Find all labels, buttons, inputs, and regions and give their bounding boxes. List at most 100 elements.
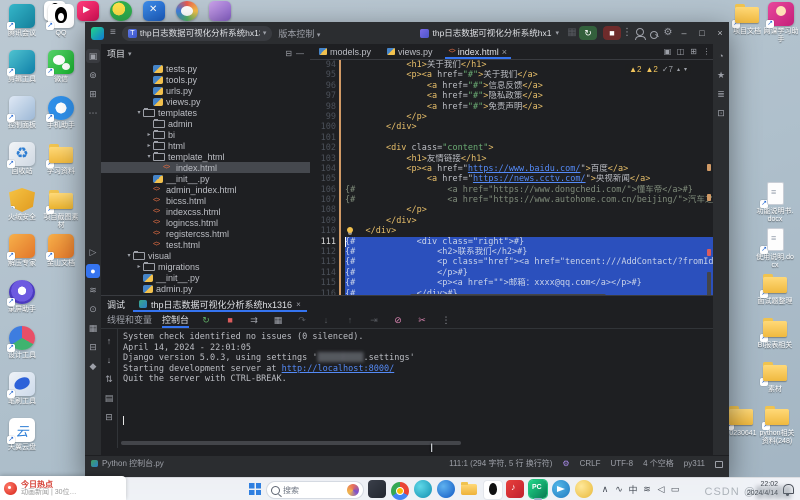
- tree-item-index.html[interactable]: <>index.html: [101, 162, 310, 173]
- evaluate-icon[interactable]: ✂: [415, 315, 429, 326]
- debug-icon[interactable]: ●: [86, 264, 100, 278]
- split-right-icon[interactable]: ◫: [674, 46, 687, 58]
- start-button[interactable]: [246, 480, 264, 498]
- desktop-icon[interactable]: ♻↗回收站: [3, 142, 41, 176]
- taskbar-icon-netease-music[interactable]: [506, 480, 524, 498]
- wifi-icon[interactable]: ≋: [640, 484, 654, 495]
- print-icon[interactable]: ▤: [102, 391, 116, 405]
- code-line-111[interactable]: 111{# <div class="right">#}: [310, 237, 713, 247]
- delete-icon[interactable]: ⊟: [86, 340, 100, 354]
- desktop-icon[interactable]: ↗手机助手: [42, 96, 80, 130]
- clear-console-icon[interactable]: ⊟: [102, 410, 116, 424]
- desktop-icon[interactable]: ↗笔刷工具: [3, 372, 41, 406]
- taskbar-icon-chrome[interactable]: [391, 482, 409, 500]
- problems-icon[interactable]: ⊙: [86, 302, 100, 316]
- tree-item-logincss.html[interactable]: <>logincss.html: [101, 217, 310, 228]
- python-packages-icon[interactable]: ◆: [86, 359, 100, 373]
- desktop-icon[interactable]: ↗火绒安全: [3, 188, 41, 222]
- scroll-down-icon[interactable]: ↓: [102, 353, 116, 367]
- hide-panel-icon[interactable]: —: [296, 48, 304, 60]
- more-actions-icon[interactable]: ⋮: [621, 27, 633, 39]
- debug-tab-控制台[interactable]: 控制台: [162, 312, 189, 328]
- next-problem-icon[interactable]: ▾: [684, 66, 687, 73]
- desktop-icon[interactable]: ↗剪辑工具: [3, 50, 41, 84]
- status-gear-icon[interactable]: ⚙: [562, 459, 569, 468]
- tree-item-admin.py[interactable]: admin.py: [101, 283, 310, 294]
- tree-arrow-icon[interactable]: ▾: [125, 252, 133, 259]
- tree-item-test.html[interactable]: <>test.html: [101, 239, 310, 250]
- interpreter-widget[interactable]: py311: [684, 459, 705, 468]
- prev-problem-icon[interactable]: ▴: [677, 66, 680, 73]
- taskbar-icon-file-explorer[interactable]: [460, 480, 478, 498]
- desktop-icon[interactable]: ↗使用说明.docx: [756, 228, 794, 270]
- console-output[interactable]: System check identified no issues (0 sil…: [123, 332, 709, 438]
- hotspot-popup[interactable]: 今日热点 动画新闻 | 30位…: [0, 476, 126, 500]
- tree-item-__init__.py[interactable]: __init__.py: [101, 272, 310, 283]
- ai-assistant-icon[interactable]: ★: [714, 68, 728, 82]
- code-viewport[interactable]: 94 <h1>关于我们</h1>95 <p><a href="#">关于我们</…: [310, 60, 713, 300]
- structure-icon[interactable]: ⊞: [86, 87, 100, 101]
- encoding-widget[interactable]: UTF-8: [610, 459, 633, 468]
- code-line-107[interactable]: 107{# <a href="https://www.autohome.com.…: [310, 195, 713, 205]
- tree-item-registercss.html[interactable]: <>registercss.html: [101, 228, 310, 239]
- scroll-mark-warning[interactable]: [707, 194, 711, 201]
- code-with-me-icon[interactable]: [633, 26, 647, 40]
- close-icon[interactable]: ×: [502, 47, 507, 57]
- desktop-icon[interactable]: ↗学习资料: [42, 142, 80, 176]
- code-line-100[interactable]: 100 </div>: [310, 122, 713, 132]
- notifications-icon[interactable]: ◔: [714, 49, 728, 63]
- code-line-104[interactable]: 104 <p><a href="https://www.baidu.com/">…: [310, 164, 713, 174]
- taskbar-icon-dark-app[interactable]: [368, 480, 386, 498]
- code-line-109[interactable]: 109 </div>: [310, 216, 713, 226]
- notification-bell-icon[interactable]: [783, 484, 794, 494]
- desktop-icon[interactable]: ↗控制面板: [3, 96, 41, 130]
- desktop-icon[interactable]: ↗天翼云盘: [3, 418, 41, 452]
- tray-expand[interactable]: ∧∿中≋◁▭: [598, 478, 682, 500]
- tree-arrow-icon[interactable]: ▾: [135, 109, 143, 116]
- resume-icon[interactable]: ⇉: [247, 315, 261, 326]
- console-hscrollbar[interactable]: [121, 441, 461, 445]
- code-line-115[interactable]: 115{# <p><a href="">邮箱：xxxx@qq.com</a></…: [310, 278, 713, 288]
- tray-pen-icon[interactable]: ∿: [612, 484, 626, 495]
- collapse-all-icon[interactable]: ⊟: [285, 48, 292, 60]
- close-icon[interactable]: ×: [296, 300, 301, 309]
- code-line-114[interactable]: 114{# </p>#}: [310, 268, 713, 278]
- taskbar-icon-pycharm[interactable]: [529, 480, 547, 498]
- split-down-icon[interactable]: ⊞: [687, 46, 700, 58]
- desktop-icon[interactable]: ↗网课学习助手: [762, 2, 800, 44]
- tree-arrow-icon[interactable]: ▸: [145, 131, 153, 138]
- more-tools-icon[interactable]: ⋯: [86, 106, 100, 120]
- step-out-icon[interactable]: ↑: [343, 315, 357, 325]
- vcs-widget[interactable]: 版本控制 ▾: [278, 27, 320, 40]
- tree-item-bicss.html[interactable]: <>bicss.html: [101, 195, 310, 206]
- view-breakpoints-icon[interactable]: ▦: [271, 315, 285, 326]
- code-line-99[interactable]: 99 </p>: [310, 112, 713, 122]
- commit-icon[interactable]: ⊚: [86, 68, 100, 82]
- battery-icon[interactable]: ▭: [668, 484, 682, 495]
- tree-item-views.py[interactable]: views.py: [101, 96, 310, 107]
- tree-arrow-icon[interactable]: ▸: [145, 142, 153, 149]
- settings-gear-icon[interactable]: ⚙: [661, 27, 675, 39]
- desktop-icon[interactable]: ↗QQ: [42, 4, 80, 38]
- code-line-101[interactable]: 101: [310, 133, 713, 143]
- tree-item-tests.py[interactable]: tests.py: [101, 63, 310, 74]
- desktop-icon[interactable]: ↗项目文档: [728, 2, 766, 36]
- mute-breakpoints-icon[interactable]: ⊘: [391, 315, 405, 326]
- tree-item-indexcss.html[interactable]: <>indexcss.html: [101, 206, 310, 217]
- project-widget[interactable]: T thp日志数据可视化分析系统hx1316 ▾: [122, 26, 273, 41]
- code-line-102[interactable]: 102 <div class="content">: [310, 143, 713, 153]
- code-line-105[interactable]: 105 <a href="https://news.cctv.com/">央视新…: [310, 174, 713, 184]
- caret-position-widget[interactable]: 111:1 (294 字符, 5 行 换行符): [449, 458, 552, 469]
- stop-icon[interactable]: ■: [223, 315, 237, 325]
- tree-item-tools.py[interactable]: tools.py: [101, 74, 310, 85]
- project-panel-header[interactable]: 项目 ▾ ⊟ —: [101, 44, 310, 63]
- status-message[interactable]: Python 控制台.py: [102, 458, 164, 469]
- desktop-icon[interactable]: ↗金山文档: [42, 234, 80, 268]
- main-menu-icon[interactable]: ≡: [110, 27, 116, 39]
- scroll-mark-warning[interactable]: [707, 164, 711, 171]
- code-line-112[interactable]: 112{# <h2>联系我们</h2>#}: [310, 247, 713, 257]
- soft-wrap-icon[interactable]: ⇅: [102, 372, 116, 386]
- code-line-106[interactable]: 106{# <a href="https://www.dongchedi.com…: [310, 185, 713, 195]
- run-icon[interactable]: ▷: [86, 245, 100, 259]
- debug-more-icon[interactable]: ⋮: [439, 315, 453, 326]
